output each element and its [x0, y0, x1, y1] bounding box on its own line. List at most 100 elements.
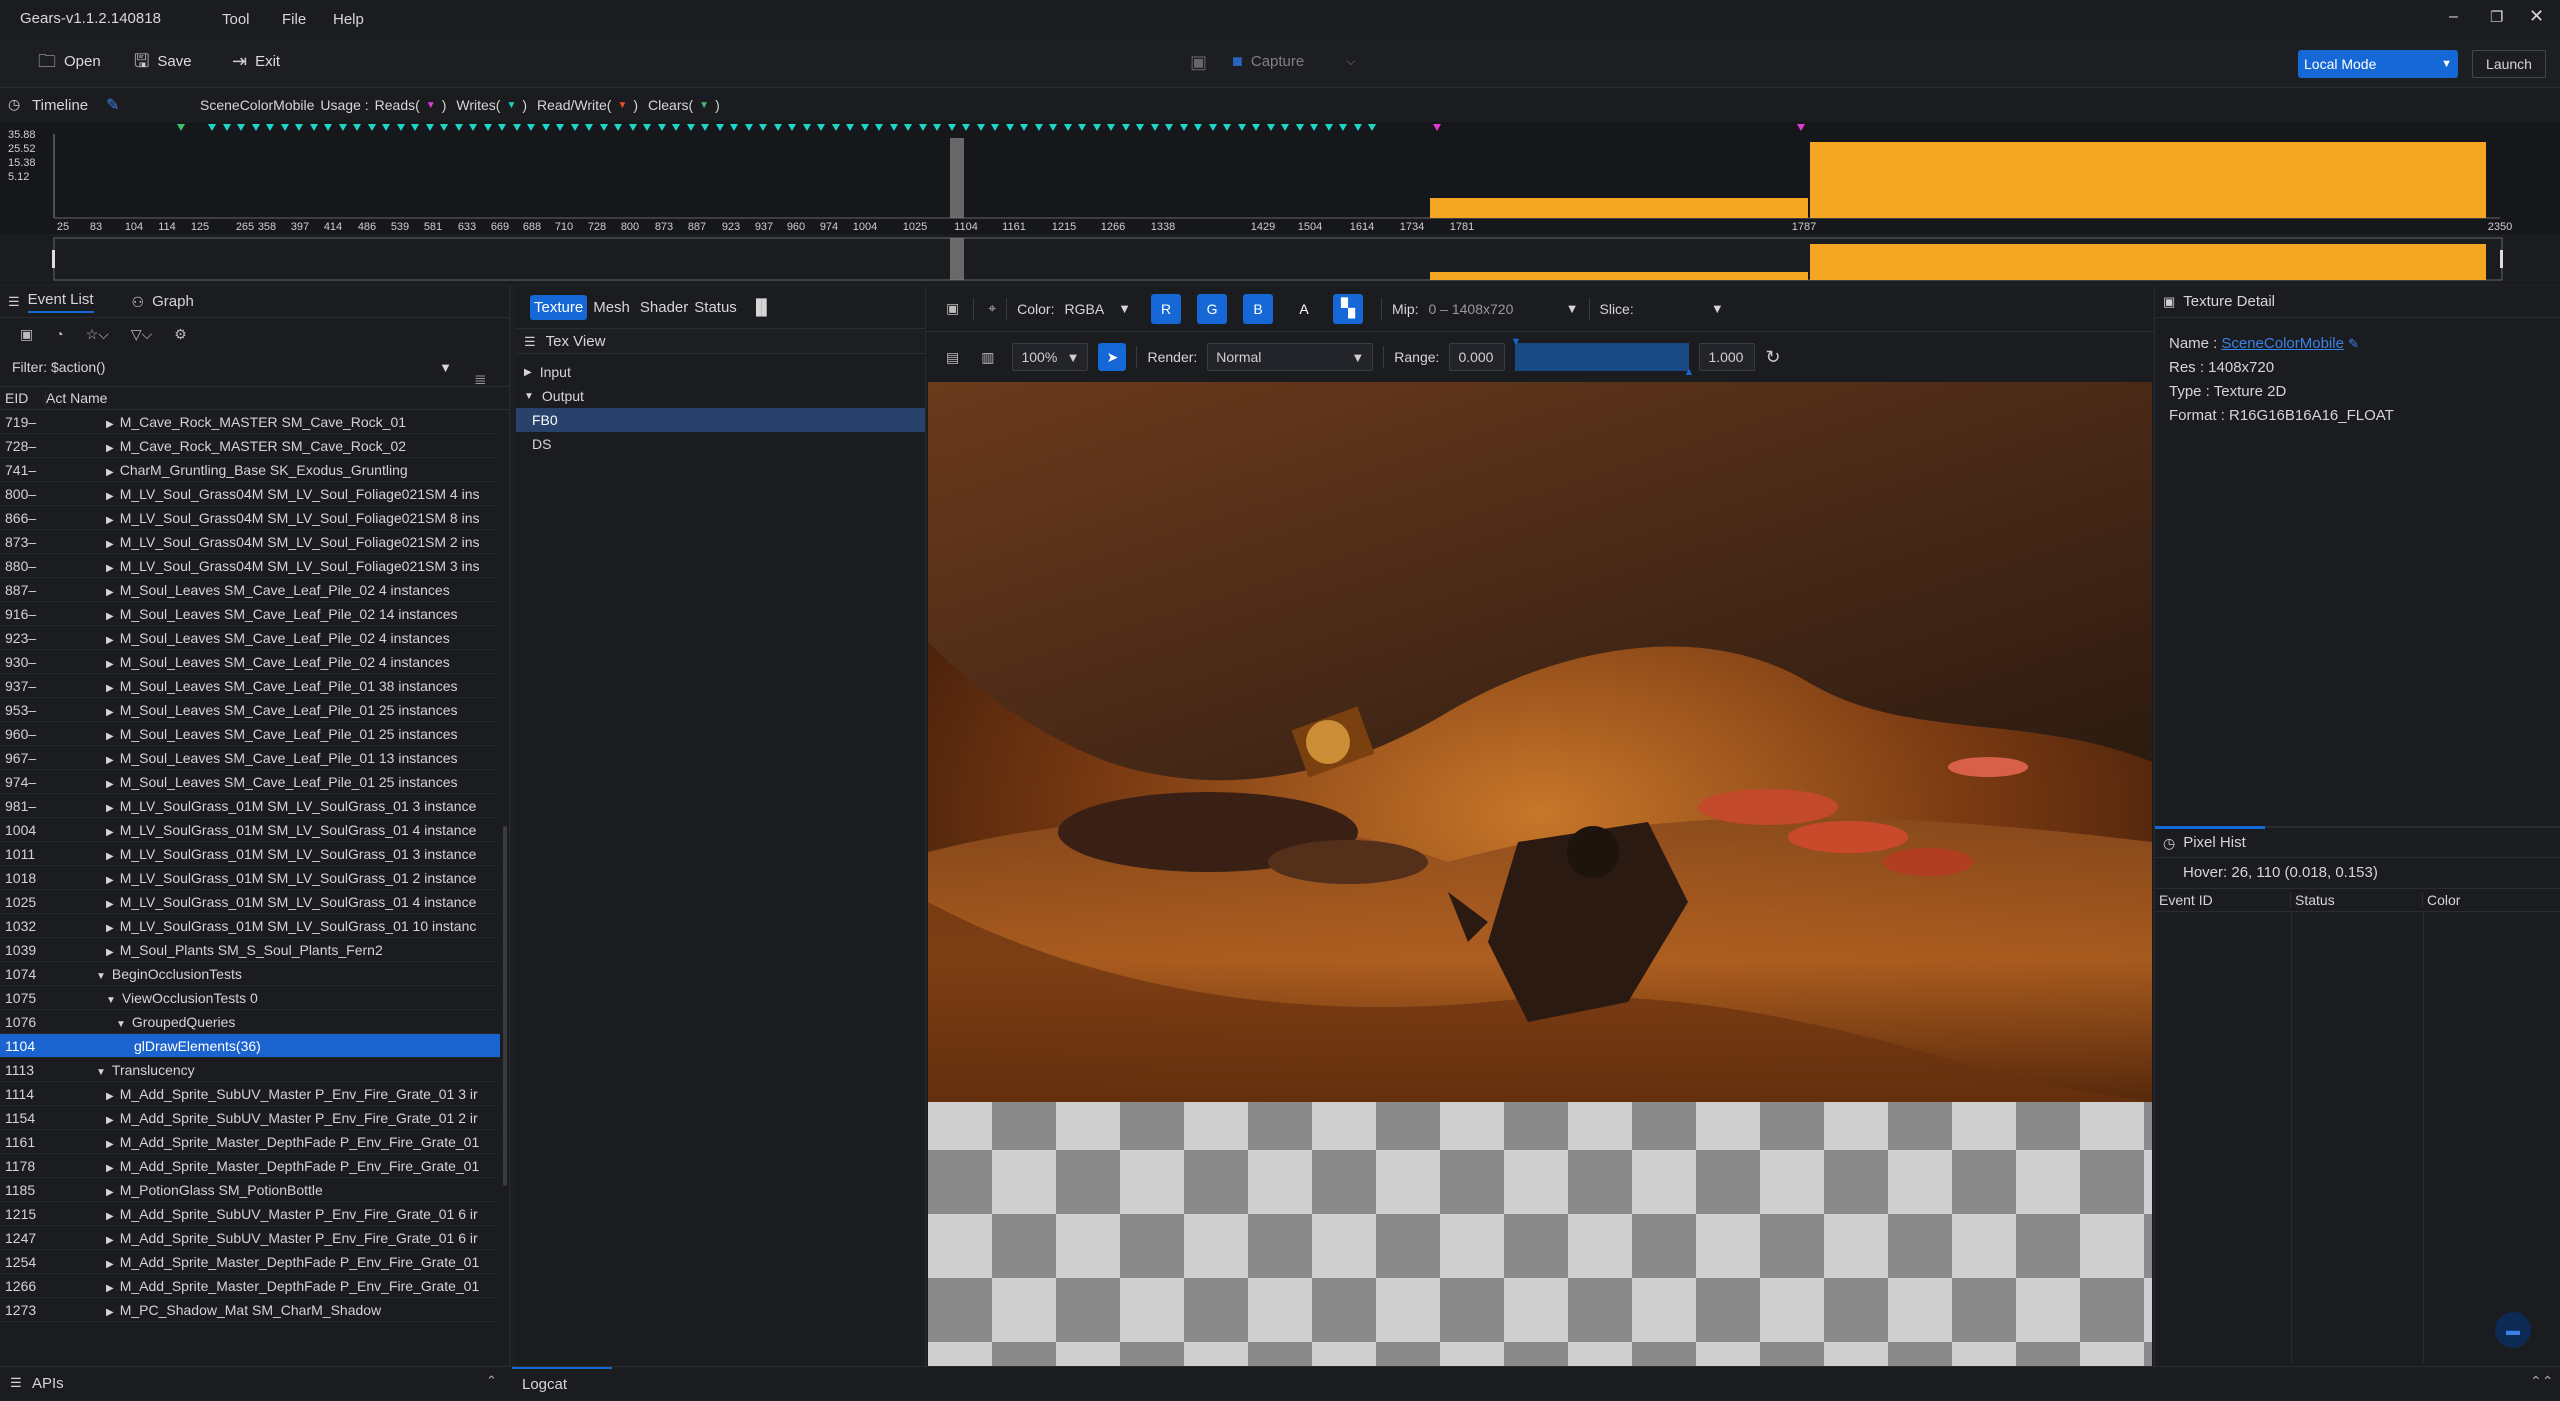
usage-marker[interactable] — [1797, 124, 1805, 131]
expand-arrow-icon[interactable]: ▶ — [106, 779, 114, 790]
usage-marker[interactable] — [933, 124, 941, 131]
expand-arrow-icon[interactable]: ▶ — [106, 1163, 114, 1174]
usage-marker[interactable] — [1035, 124, 1043, 131]
expand-arrow-icon[interactable]: ▶ — [106, 635, 114, 646]
expand-arrow-icon[interactable]: ▶ — [106, 947, 114, 958]
tab-event-list[interactable]: Event List — [27, 291, 94, 313]
usage-marker[interactable] — [382, 124, 390, 131]
expand-arrow-icon[interactable]: ▶ — [106, 1139, 114, 1150]
pin-icon[interactable]: ⌖ — [988, 300, 996, 317]
usage-marker[interactable] — [629, 124, 637, 131]
usage-marker[interactable] — [1165, 124, 1173, 131]
capture-button[interactable]: ■ Capture ⌵ — [1232, 52, 1355, 70]
usage-marker[interactable] — [1136, 124, 1144, 131]
usage-marker[interactable] — [672, 124, 680, 131]
tree-item[interactable]: DS — [516, 432, 925, 456]
usage-marker[interactable] — [861, 124, 869, 131]
expand-arrow-icon[interactable]: ▶ — [106, 419, 114, 430]
open-button[interactable]: 🗀 Open — [38, 52, 101, 70]
usage-marker[interactable] — [1107, 124, 1115, 131]
slice-select[interactable]: ▼ — [1644, 301, 1724, 316]
chart-icon[interactable]: ▐▌ — [751, 299, 772, 316]
tree-item[interactable]: FB0 — [516, 408, 925, 432]
filter-options-icon[interactable]: ≣ — [474, 370, 487, 388]
usage-marker[interactable] — [962, 124, 970, 131]
link-icon[interactable]: ✎ — [2348, 332, 2359, 356]
tab-graph[interactable]: Graph — [152, 293, 194, 310]
usage-marker[interactable] — [1006, 124, 1014, 131]
usage-marker[interactable] — [991, 124, 999, 131]
usage-marker[interactable] — [1209, 124, 1217, 131]
event-row[interactable]: 1247 ▶ M_Add_Sprite_SubUV_Master P_Env_Fir… — [0, 1226, 500, 1250]
usage-marker[interactable] — [1296, 124, 1304, 131]
event-row[interactable]: 728– ▶ M_Cave_Rock_MASTER SM_Cave_Rock_02 — [0, 434, 500, 458]
star-icon[interactable]: ☆⌵ — [86, 326, 109, 343]
usage-marker[interactable] — [498, 124, 506, 131]
usage-marker[interactable] — [1122, 124, 1130, 131]
usage-marker[interactable] — [614, 124, 622, 131]
usage-marker[interactable] — [542, 124, 550, 131]
exit-button[interactable]: ⇥ Exit — [232, 52, 280, 70]
usage-marker[interactable] — [1267, 124, 1275, 131]
usage-marker[interactable] — [513, 124, 521, 131]
range-handle-min[interactable]: ▼ — [1510, 336, 1521, 348]
usage-marker[interactable] — [527, 124, 535, 131]
collapse-arrow-icon[interactable]: ▼ — [96, 971, 106, 982]
collapse-arrow-icon[interactable]: ▼ — [106, 995, 116, 1006]
expand-arrow-icon[interactable]: ▶ — [524, 367, 532, 378]
event-row[interactable]: 1113 ▼ Translucency — [0, 1058, 500, 1082]
expand-arrow-icon[interactable]: ▶ — [106, 515, 114, 526]
usage-marker[interactable] — [745, 124, 753, 131]
usage-marker[interactable] — [324, 124, 332, 131]
event-row[interactable]: 1185 ▶ M_PotionGlass SM_PotionBottle — [0, 1178, 500, 1202]
event-row[interactable]: 1075 ▼ ViewOcclusionTests 0 — [0, 986, 500, 1010]
usage-marker[interactable] — [919, 124, 927, 131]
usage-marker[interactable] — [411, 124, 419, 131]
expand-arrow-icon[interactable]: ▶ — [106, 1115, 114, 1126]
event-row[interactable]: 923– ▶ M_Soul_Leaves SM_Cave_Leaf_Pile_02 … — [0, 626, 500, 650]
filter-icon[interactable]: ▽⌵ — [131, 326, 152, 343]
texture-canvas[interactable] — [928, 382, 2152, 1366]
event-row[interactable]: 800– ▶ M_LV_Soul_Grass04M SM_LV_Soul_Folia… — [0, 482, 500, 506]
channel-b-button[interactable]: B — [1243, 293, 1274, 324]
expand-arrow-icon[interactable]: ▶ — [106, 707, 114, 718]
event-row[interactable]: 930– ▶ M_Soul_Leaves SM_Cave_Leaf_Pile_02 … — [0, 650, 500, 674]
event-row[interactable]: 981– ▶ M_LV_SoulGrass_01M SM_LV_SoulGrass_… — [0, 794, 500, 818]
event-row[interactable]: 1018 ▶ M_LV_SoulGrass_01M SM_LV_SoulGrass_… — [0, 866, 500, 890]
event-row[interactable]: 887– ▶ M_Soul_Leaves SM_Cave_Leaf_Pile_02 … — [0, 578, 500, 602]
usage-marker[interactable] — [353, 124, 361, 131]
usage-marker[interactable] — [1020, 124, 1028, 131]
event-row[interactable]: 916– ▶ M_Soul_Leaves SM_Cave_Leaf_Pile_02 … — [0, 602, 500, 626]
event-row[interactable]: 1004 ▶ M_LV_SoulGrass_01M SM_LV_SoulGrass_… — [0, 818, 500, 842]
gauge-icon[interactable]: ◔ — [55, 326, 63, 342]
usage-marker[interactable] — [1194, 124, 1202, 131]
usage-marker[interactable] — [469, 124, 477, 131]
event-row[interactable]: 1104 glDrawElements(36) — [0, 1034, 500, 1058]
usage-marker[interactable] — [1325, 124, 1333, 131]
pointer-tool-icon[interactable]: ➤ — [1098, 343, 1127, 371]
usage-marker[interactable] — [223, 124, 231, 131]
usage-marker[interactable] — [759, 124, 767, 131]
usage-marker[interactable] — [1238, 124, 1246, 131]
usage-marker[interactable] — [730, 124, 738, 131]
event-row[interactable]: 1074 ▼ BeginOcclusionTests — [0, 962, 500, 986]
expand-arrow-icon[interactable]: ▶ — [106, 659, 114, 670]
usage-marker[interactable] — [846, 124, 854, 131]
usage-marker[interactable] — [237, 124, 245, 131]
expand-arrow-icon[interactable]: ▶ — [106, 1211, 114, 1222]
usage-marker[interactable] — [295, 124, 303, 131]
usage-marker[interactable] — [426, 124, 434, 131]
tree-item[interactable]: ▶ Input — [516, 360, 925, 384]
event-row[interactable]: 1039 ▶ M_Soul_Plants SM_S_Soul_Plants_Fern… — [0, 938, 500, 962]
event-row[interactable]: 967– ▶ M_Soul_Leaves SM_Cave_Leaf_Pile_01 … — [0, 746, 500, 770]
tab-shader[interactable]: Shader — [640, 299, 688, 316]
event-row[interactable]: 1011 ▶ M_LV_SoulGrass_01M SM_LV_SoulGrass_… — [0, 842, 500, 866]
usage-marker[interactable] — [1064, 124, 1072, 131]
timeline-tab[interactable]: Timeline — [32, 97, 88, 114]
event-row[interactable]: 1273 ▶ M_PC_Shadow_Mat SM_CharM_Shadow — [0, 1298, 500, 1322]
timeline-overview[interactable] — [0, 234, 2560, 284]
usage-marker[interactable] — [339, 124, 347, 131]
event-row[interactable]: 1025 ▶ M_LV_SoulGrass_01M SM_LV_SoulGrass_… — [0, 890, 500, 914]
event-row[interactable]: 1254 ▶ M_Add_Sprite_Master_DepthFade P_Env… — [0, 1250, 500, 1274]
usage-marker[interactable] — [687, 124, 695, 131]
